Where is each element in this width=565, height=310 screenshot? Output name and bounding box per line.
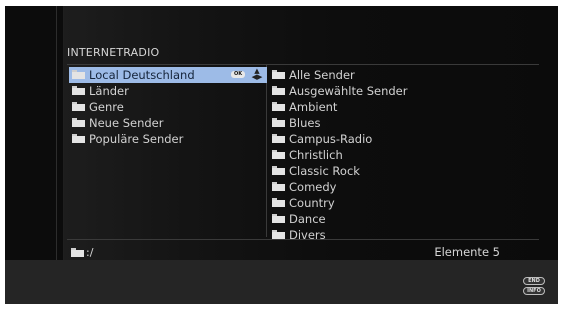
folder-icon — [272, 86, 285, 95]
list-item-laender[interactable]: Länder — [69, 83, 267, 99]
list-item[interactable]: Classic Rock — [271, 163, 541, 179]
folder-icon — [272, 214, 285, 223]
list-item-label: Campus-Radio — [289, 132, 373, 146]
list-item[interactable]: Country — [271, 195, 541, 211]
list-item-label: Genre — [89, 100, 124, 114]
folder-icon — [72, 134, 85, 143]
list-item[interactable]: Christlich — [271, 147, 541, 163]
folder-icon — [272, 134, 285, 143]
path-label: :/ — [86, 246, 94, 259]
list-item[interactable]: Campus-Radio — [271, 131, 541, 147]
list-item-label: Local Deutschland — [89, 68, 195, 82]
list-item[interactable]: Ausgewählte Sender — [271, 83, 541, 99]
list-item-label: Neue Sender — [89, 116, 164, 130]
list-item-neue-sender[interactable]: Neue Sender — [69, 115, 267, 131]
folder-icon — [72, 70, 85, 79]
footer-bar: END INFO — [5, 260, 558, 304]
info-key-icon[interactable]: INFO — [523, 287, 545, 295]
list-item[interactable]: Divers — [271, 227, 541, 243]
folder-icon — [272, 70, 285, 79]
current-path: :/ — [71, 246, 93, 259]
category-list: Local Deutschland OK ▲ ◀▶ Länder Genre Ne… — [69, 67, 267, 147]
folder-icon — [72, 102, 85, 111]
list-item-genre[interactable]: Genre — [69, 99, 267, 115]
list-item-label: Länder — [89, 84, 129, 98]
list-item[interactable]: Dance — [271, 211, 541, 227]
folder-icon — [272, 230, 285, 239]
element-count: Elemente 5 — [434, 245, 500, 259]
list-item[interactable]: Comedy — [271, 179, 541, 195]
list-item-label: Dance — [289, 212, 326, 226]
list-item-label: Christlich — [289, 148, 343, 162]
list-item-label: Classic Rock — [289, 164, 360, 178]
list-item-label: Populäre Sender — [89, 132, 184, 146]
navigation-arrows-icon: ▲ ◀▶ — [251, 67, 263, 81]
list-item-label: Alle Sender — [289, 68, 355, 82]
folder-icon — [272, 102, 285, 111]
list-item-label: Divers — [289, 228, 326, 242]
list-item-label: Comedy — [289, 180, 337, 194]
subfolder-list: Alle Sender Ausgewählte Sender Ambient B… — [271, 67, 541, 243]
list-item-local-deutschland[interactable]: Local Deutschland OK ▲ ◀▶ — [69, 67, 267, 83]
list-item[interactable]: Ambient — [271, 99, 541, 115]
folder-icon — [272, 182, 285, 191]
list-item-label: Ausgewählte Sender — [289, 84, 408, 98]
list-item[interactable]: Alle Sender — [271, 67, 541, 83]
folder-icon — [272, 118, 285, 127]
header-divider — [67, 64, 539, 65]
list-item-label: Country — [289, 196, 335, 210]
folder-icon — [272, 198, 285, 207]
folder-icon — [72, 118, 85, 127]
tv-screen: INTERNETRADIO Local Deutschland OK ▲ ◀▶ L… — [5, 6, 558, 304]
folder-icon — [71, 247, 84, 257]
page-title: INTERNETRADIO — [67, 46, 160, 59]
list-item-label: Ambient — [289, 100, 338, 114]
list-item-populaere-sender[interactable]: Populäre Sender — [69, 131, 267, 147]
list-item[interactable]: Blues — [271, 115, 541, 131]
folder-icon — [72, 86, 85, 95]
folder-icon — [272, 166, 285, 175]
folder-icon — [272, 150, 285, 159]
end-key-icon[interactable]: END — [523, 277, 545, 285]
ok-icon: OK — [231, 71, 245, 78]
list-item-label: Blues — [289, 116, 321, 130]
